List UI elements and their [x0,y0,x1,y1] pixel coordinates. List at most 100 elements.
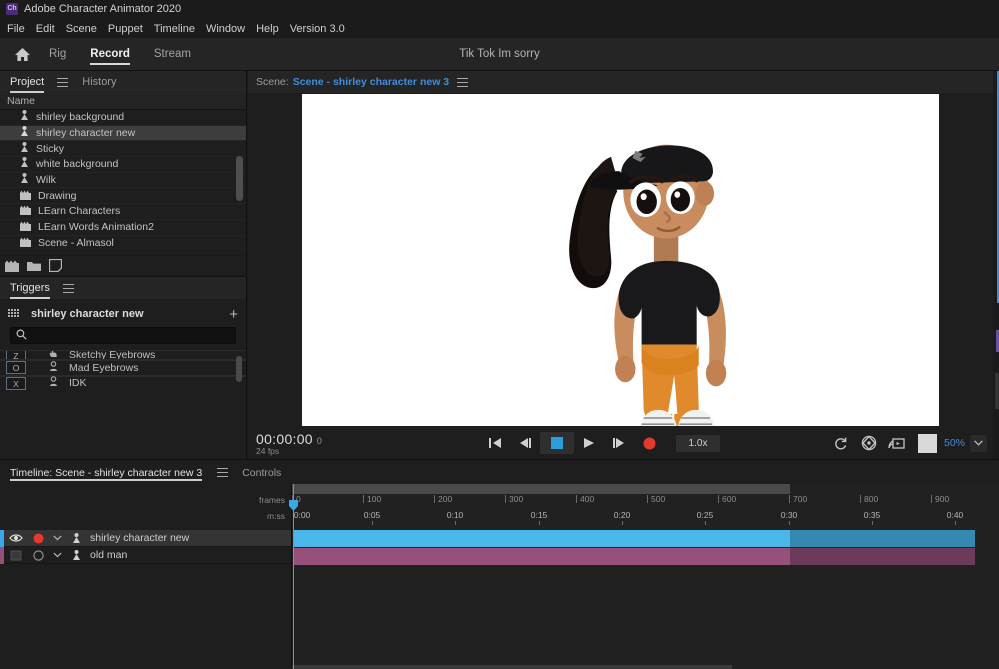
track-clip-outside-workarea[interactable] [790,530,975,547]
refresh-icon[interactable] [827,436,855,451]
timeline-panel: Timeline: Scene - shirley character new … [0,459,999,669]
menu-scene[interactable]: Scene [66,22,104,36]
triggers-header: shirley character new + [0,303,246,325]
triggers-menu-icon[interactable] [62,283,74,293]
tab-project[interactable]: Project [10,71,45,93]
timeline-track-area[interactable]: 0 100 200 300 400 500 600 700 800 900 0:… [289,484,999,669]
ruler-time-tick: 0:00 [293,510,311,520]
timecode-frames: 0 [316,435,323,446]
list-item[interactable]: shirley character new [0,125,246,142]
list-item-label: LEarn Characters [38,205,121,218]
triggers-panel: Triggers shirley character new + Z Sketc… [0,276,247,459]
triggers-scrollbar[interactable] [236,356,242,382]
zoom-level-value[interactable]: 50% [944,437,965,449]
menu-edit[interactable]: Edit [36,22,62,36]
stop-button[interactable] [540,432,574,454]
chevron-down-icon[interactable] [48,552,66,558]
menu-puppet[interactable]: Puppet [108,22,150,36]
list-item[interactable]: Z Sketchy Eyebrows [0,350,246,360]
tab-history[interactable]: History [82,71,116,93]
list-item[interactable]: shirley background [0,110,246,126]
playback-speed-button[interactable]: 1.0x [676,434,720,452]
menu-help[interactable]: Help [256,22,286,36]
grid-icon[interactable] [8,305,21,323]
project-item-list[interactable]: shirley background shirley character new… [0,110,246,249]
ruler-frame-tick: 700 [788,494,808,504]
work-area-bar[interactable] [292,484,790,494]
scene-menu-icon[interactable] [457,77,469,87]
step-forward-button[interactable] [604,432,634,454]
trigger-key[interactable]: Z [6,351,26,359]
stream-icon[interactable] [883,436,911,450]
track-row[interactable]: old man [0,546,291,564]
timecode-display[interactable]: 00:00:00 0 24 fps [256,431,322,456]
list-item[interactable]: LEarn Words Animation2 [0,220,246,236]
add-trigger-button[interactable]: + [229,307,238,322]
list-item[interactable]: Sticky [0,141,246,158]
playback-bar: 00:00:00 0 24 fps 1.0x 50% [248,427,993,459]
timeline-ruler[interactable]: 0 100 200 300 400 500 600 700 800 900 0:… [292,494,999,525]
timeline-horizontal-scrollbar[interactable] [292,665,732,669]
trigger-key[interactable]: O [6,361,26,375]
right-vertical-scrollbar[interactable] [995,373,999,409]
timeline-tabs: Timeline: Scene - shirley character new … [0,460,999,484]
list-item-label: LEarn Words Animation2 [38,221,154,234]
list-item[interactable]: LEarn Characters [0,204,246,220]
trigger-list[interactable]: Z Sketchy Eyebrows O Mad Eyebrows X IDK [0,350,246,390]
chevron-down-icon[interactable] [970,434,987,452]
ruler-frames-label: frames [259,495,285,505]
menu-version[interactable]: Version 3.0 [290,22,352,36]
tab-controls[interactable]: Controls [242,460,281,484]
trigger-label: Mad Eyebrows [69,361,139,374]
track-arm-toggle[interactable] [28,533,48,544]
playhead[interactable] [289,484,298,669]
track-arm-toggle[interactable] [28,549,48,561]
menu-timeline[interactable]: Timeline [154,22,202,36]
ruler-time-tick: 0:30 [780,510,798,520]
scene-icon [20,234,31,249]
ruler-time-tick: 0:40 [946,510,964,520]
scene-name[interactable]: Scene - shirley character new 3 [293,76,449,88]
play-button[interactable] [574,432,604,454]
list-item[interactable]: white background [0,157,246,173]
go-to-start-button[interactable] [480,432,510,454]
track-visibility-toggle[interactable] [4,533,28,543]
timeline-menu-icon[interactable] [217,467,229,477]
list-item[interactable]: X IDK [0,375,246,390]
step-back-button[interactable] [510,432,540,454]
scene-header: Scene: Scene - shirley character new 3 [248,71,993,93]
menu-window[interactable]: Window [206,22,252,36]
track-clip[interactable] [293,548,790,565]
trigger-key[interactable]: X [6,376,26,390]
track-row[interactable]: shirley character new [0,529,291,547]
tab-timeline[interactable]: Timeline: Scene - shirley character new … [10,460,203,484]
new-folder-icon[interactable] [27,260,41,272]
track-visibility-toggle[interactable] [4,550,28,561]
list-item[interactable]: Wilk [0,173,246,189]
list-item-label: Scene - Almasol [38,236,114,249]
menu-file[interactable]: File [7,22,32,36]
chevron-down-icon[interactable] [48,535,66,541]
new-item-icon[interactable] [49,259,62,272]
track-clip[interactable] [293,530,790,547]
project-scrollbar[interactable] [236,156,243,201]
project-footer-toolbar [0,255,246,275]
track-header-column: frames m:ss shirley character new old ma… [0,484,292,669]
track-clip-outside-workarea[interactable] [790,548,975,565]
tab-triggers[interactable]: Triggers [10,277,50,299]
list-item[interactable]: Drawing [0,188,246,205]
search-input[interactable] [31,329,211,342]
timecode-main: 00:00:00 [256,430,313,447]
list-item-label: shirley character new [36,127,136,140]
scene-stage[interactable] [302,94,939,426]
list-item[interactable]: O Mad Eyebrows [0,360,246,376]
new-scene-icon[interactable] [5,260,19,272]
project-menu-icon[interactable] [57,77,69,87]
trigger-search-field[interactable] [10,327,236,344]
puppet-icon [66,532,86,544]
list-item[interactable]: Scene - Almasol [0,236,246,250]
camera-3d-icon[interactable] [855,435,883,451]
record-button[interactable] [634,432,664,454]
app-title: Adobe Character Animator 2020 [24,3,182,15]
background-color-swatch[interactable] [917,433,937,453]
